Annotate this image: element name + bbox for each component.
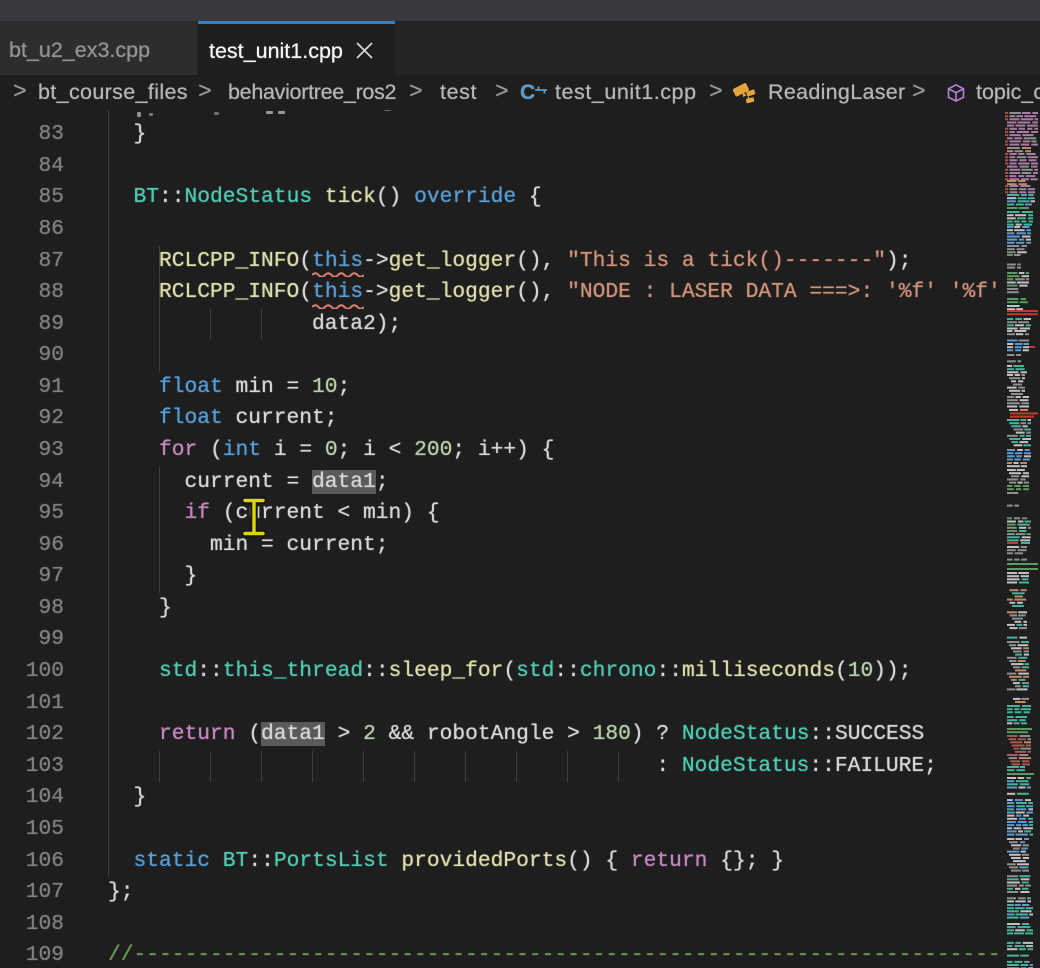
svg-text:C: C [520, 81, 535, 104]
